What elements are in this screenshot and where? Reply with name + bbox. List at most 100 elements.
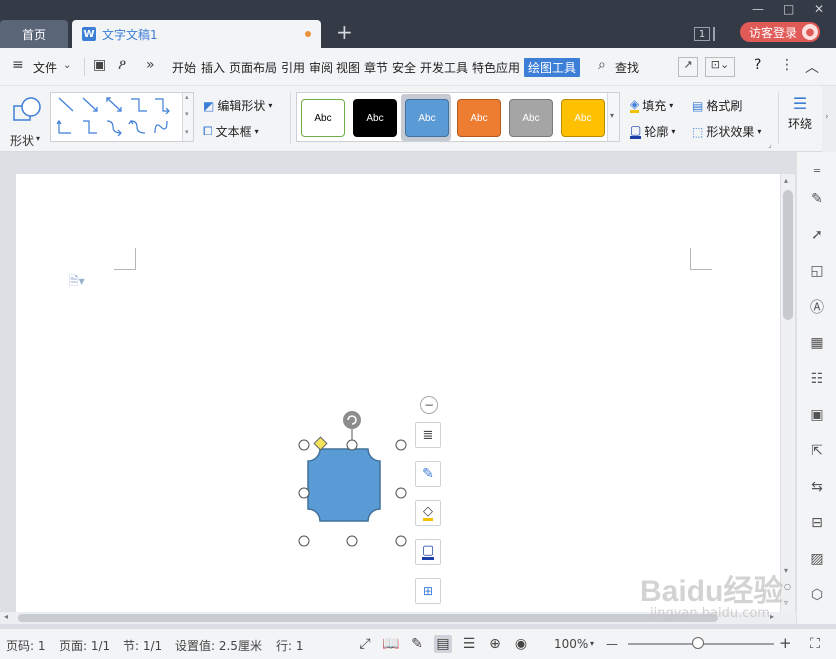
- text-box-button[interactable]: ⧠ 文本框 ▾: [203, 123, 259, 140]
- row-status[interactable]: 行: 1: [276, 637, 304, 654]
- pane-collapse-icon[interactable]: ═: [808, 162, 826, 180]
- dialog-launcher-icon[interactable]: ⌟: [768, 140, 772, 149]
- edit-shape-button[interactable]: ◩ 编辑形状 ▾: [203, 97, 272, 114]
- tab-document[interactable]: W 文字文稿1: [72, 20, 321, 48]
- search-button[interactable]: 查找: [615, 59, 639, 76]
- shape-effects-button[interactable]: ⬚ 形状效果 ▾: [692, 123, 761, 140]
- tab-page-layout[interactable]: 页面布局: [229, 59, 277, 76]
- outline-view-icon[interactable]: ☰: [460, 635, 478, 653]
- style-swatch[interactable]: Abc: [509, 99, 553, 137]
- tab-special[interactable]: 特色应用: [472, 59, 520, 76]
- collaborate-icon[interactable]: ⊡⌄: [705, 57, 735, 77]
- archive-icon[interactable]: ⊟: [808, 514, 826, 532]
- tab-home[interactable]: 首页: [0, 20, 68, 48]
- fit-window-icon[interactable]: ⛶: [806, 635, 824, 653]
- chevron-down-icon: ▾: [268, 101, 273, 110]
- zoom-in-button[interactable]: +: [779, 634, 792, 652]
- table-icon[interactable]: ▦: [808, 334, 826, 352]
- search-icon[interactable]: ⌕: [598, 57, 606, 73]
- tab-security[interactable]: 安全: [392, 59, 416, 76]
- translate-icon[interactable]: ⇆: [808, 478, 826, 496]
- adjust-settings-icon[interactable]: ☷: [808, 370, 826, 388]
- tab-insert[interactable]: 插入: [201, 59, 225, 76]
- lines-gallery[interactable]: ▴ ▾ ▾: [50, 92, 194, 142]
- pages-status[interactable]: 页面: 1/1: [59, 637, 110, 654]
- outline-label: 轮廓: [644, 125, 669, 139]
- pen-icon[interactable]: ✎: [808, 190, 826, 208]
- text-style-icon[interactable]: Ⓐ: [808, 298, 826, 316]
- outline-button[interactable]: ▢ 轮廓 ▾: [630, 123, 675, 140]
- tab-review[interactable]: 审阅: [309, 59, 333, 76]
- shape-outline-button[interactable]: ▢: [415, 539, 441, 565]
- paragraph-icon[interactable]: 🗎▾: [69, 272, 85, 293]
- tab-developer[interactable]: 开发工具: [420, 59, 468, 76]
- select-cursor-icon[interactable]: ➚: [808, 226, 826, 244]
- hamburger-menu-icon[interactable]: ≡: [12, 57, 24, 73]
- style-gallery-expand[interactable]: ▾: [607, 93, 619, 141]
- rounded-square-shape[interactable]: [294, 408, 434, 552]
- vertical-scroll-thumb[interactable]: [783, 190, 793, 320]
- minimize-button[interactable]: —: [752, 2, 764, 16]
- style-swatch[interactable]: Abc: [457, 99, 501, 137]
- wrap-text-button[interactable]: ☰ 环绕: [788, 94, 812, 132]
- shape-button[interactable]: 形状 ▾: [8, 94, 46, 148]
- page-number-status[interactable]: 页码: 1: [6, 637, 46, 654]
- collapse-float-toolbar-button[interactable]: −: [420, 396, 438, 414]
- collapse-ribbon-icon[interactable]: ︿: [805, 57, 819, 77]
- style-swatch[interactable]: Abc: [405, 99, 449, 137]
- tab-home-ribbon[interactable]: 开始: [172, 59, 196, 76]
- document-page[interactable]: 🗎▾: [16, 174, 780, 624]
- shapes-icon[interactable]: ◱: [808, 262, 826, 280]
- tab-references[interactable]: 引用: [281, 59, 305, 76]
- eye-protection-icon[interactable]: ◉: [512, 635, 530, 653]
- zoom-level[interactable]: 100%: [554, 637, 588, 651]
- ribbon-scrollbar[interactable]: ›: [822, 86, 836, 152]
- horizontal-scroll-thumb[interactable]: [18, 614, 718, 622]
- layout-options-button[interactable]: ≣: [415, 422, 441, 448]
- maximize-button[interactable]: □: [783, 2, 794, 16]
- help-button[interactable]: ?: [754, 57, 761, 73]
- menu-file[interactable]: 文件: [33, 59, 57, 76]
- login-label: 访客登录: [749, 25, 798, 40]
- section-status[interactable]: 节: 1/1: [123, 637, 162, 654]
- format-painter-button[interactable]: ▤ 格式刷: [692, 97, 742, 114]
- shape-style-button[interactable]: ✎: [415, 461, 441, 487]
- horizontal-scrollbar[interactable]: ◂ ▸: [0, 612, 796, 624]
- guest-login-button[interactable]: 访客登录 ●: [740, 22, 820, 42]
- chevron-down-icon[interactable]: ▾: [590, 639, 594, 648]
- style-swatch[interactable]: Abc: [301, 99, 345, 137]
- write-mode-icon[interactable]: ✎: [408, 635, 426, 653]
- picture-icon[interactable]: ▨: [808, 550, 826, 568]
- tab-drawing-tools[interactable]: 绘图工具: [524, 58, 581, 77]
- image-gallery-icon[interactable]: ▣: [808, 406, 826, 424]
- style-swatch[interactable]: Abc: [353, 99, 397, 137]
- vertical-scrollbar[interactable]: ▴ ▾ ○ ▿: [781, 174, 795, 624]
- setting-value-status[interactable]: 设置值: 2.5厘米: [175, 637, 262, 654]
- style-swatch[interactable]: Abc: [561, 99, 605, 137]
- backup-icon[interactable]: ⬡: [808, 586, 826, 604]
- page-view-icon[interactable]: ▤: [434, 635, 452, 653]
- share-icon[interactable]: ↗: [678, 57, 698, 77]
- format-painter-icon[interactable]: ዖ: [118, 57, 126, 73]
- share-export-icon[interactable]: ⇱: [808, 442, 826, 460]
- new-tab-button[interactable]: +: [336, 22, 353, 42]
- fullscreen-icon[interactable]: ⤢: [356, 635, 374, 653]
- shape-effects-float-button[interactable]: ⊞: [415, 578, 441, 604]
- more-menus-icon[interactable]: »: [146, 57, 155, 73]
- save-icon[interactable]: ▣: [93, 57, 106, 73]
- read-mode-icon[interactable]: 📖: [382, 635, 400, 653]
- close-button[interactable]: ✕: [814, 2, 824, 16]
- shape-fill-button[interactable]: ◇: [415, 500, 441, 526]
- zoom-out-button[interactable]: —: [606, 637, 618, 651]
- window-count-badge[interactable]: 1: [694, 27, 710, 41]
- tab-view[interactable]: 视图: [336, 59, 360, 76]
- gallery-scrollbar[interactable]: ▴ ▾ ▾: [182, 93, 193, 141]
- wrap-text-icon: ☰: [792, 94, 808, 113]
- fill-button[interactable]: ◈ 填充 ▾: [630, 97, 673, 114]
- tab-chapter[interactable]: 章节: [364, 59, 388, 76]
- format-painter-label: 格式刷: [706, 99, 743, 113]
- zoom-slider-knob[interactable]: [692, 637, 704, 649]
- chevron-down-icon[interactable]: ⌄: [63, 60, 71, 71]
- web-view-icon[interactable]: ⊕: [486, 635, 504, 653]
- more-options-icon[interactable]: ⋮: [780, 57, 794, 73]
